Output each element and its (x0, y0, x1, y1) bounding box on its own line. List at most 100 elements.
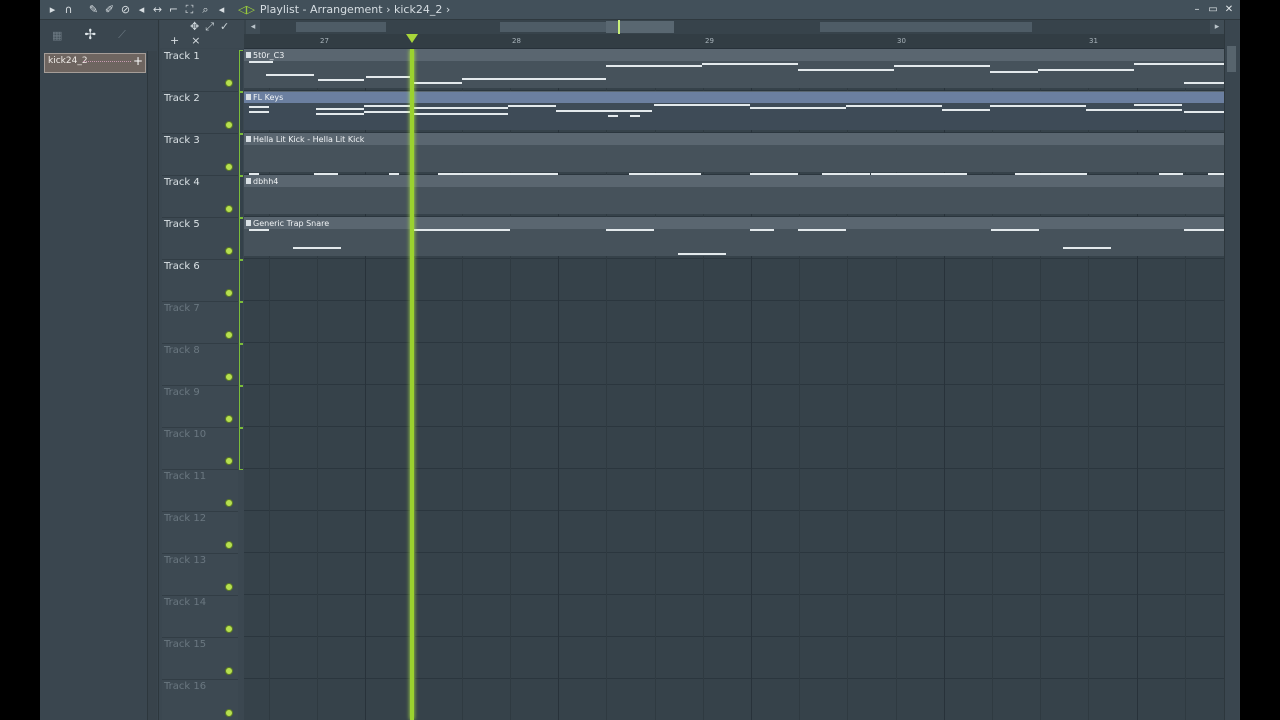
close-button[interactable]: ✕ (1224, 2, 1234, 17)
track-mute-icon[interactable] (225, 163, 233, 171)
playlist-grid[interactable]: 5t0r_C3 FL Keys Hella Lit Kick - Hella L… (244, 49, 1224, 720)
zoom-icon[interactable]: ⌕ (199, 3, 212, 16)
grid-line (244, 468, 1224, 469)
timeline-ruler[interactable]: 27 28 29 30 31 (244, 34, 1224, 49)
clip-item[interactable]: kick24_2 + (44, 53, 146, 73)
playlist-play-icon[interactable]: ◁▷ (238, 3, 255, 16)
track-mute-icon[interactable] (225, 457, 233, 465)
track-mute-icon[interactable] (225, 121, 233, 129)
track-mute-icon[interactable] (225, 709, 233, 717)
pattern-note (606, 229, 654, 231)
minimize-button[interactable]: – (1192, 2, 1202, 17)
track-mute-icon[interactable] (225, 331, 233, 339)
playhead-marker-icon[interactable] (406, 34, 418, 43)
track-mute-icon[interactable] (225, 415, 233, 423)
track-lock-slot[interactable] (239, 218, 243, 260)
track-mute-icon[interactable] (225, 205, 233, 213)
track-header[interactable]: Track 5 (162, 217, 238, 260)
scroll-thumb[interactable] (606, 21, 674, 33)
pattern-icon (246, 52, 251, 58)
remove-track-button[interactable]: × (191, 34, 200, 47)
track-mute-icon[interactable] (225, 667, 233, 675)
track-header[interactable]: Track 1 (162, 49, 238, 92)
check-icon[interactable]: ✓ (220, 20, 229, 34)
track-mute-icon[interactable] (225, 247, 233, 255)
scroll-right-icon[interactable]: ▸ (1210, 20, 1224, 34)
picker-scrollbar[interactable] (147, 51, 157, 720)
pattern-note (412, 107, 508, 109)
stretch-icon[interactable]: ⤢ (205, 20, 214, 34)
track-mute-icon[interactable] (225, 583, 233, 591)
select-icon[interactable]: ⛶ (183, 3, 196, 16)
pencil-icon[interactable]: ✎ (87, 3, 100, 16)
patterns-icon[interactable]: ▦ (52, 29, 62, 42)
track-header[interactable]: Track 13 (162, 553, 238, 596)
breadcrumb-end[interactable]: › (446, 3, 450, 16)
track-mute-icon[interactable] (225, 499, 233, 507)
track-lock-slot[interactable] (239, 344, 243, 386)
vertical-scrollbar[interactable] (1224, 20, 1239, 720)
track-header[interactable]: Track 15 (162, 637, 238, 680)
pattern-note (1184, 111, 1224, 113)
track-lock-slot[interactable] (239, 134, 243, 176)
title-bar[interactable]: ▸ ∩ ✎ ✐ ⊘ ◂ ↔ ⌐ ⛶ ⌕ ◂ ◁▷ Playlist - Arran… (40, 0, 1240, 20)
track-header[interactable]: Track 4 (162, 175, 238, 218)
pattern-clip[interactable]: Generic Trap Snare (244, 217, 1224, 256)
horizontal-scrollbar[interactable] (244, 20, 1224, 34)
track-header[interactable]: Track 8 (162, 343, 238, 386)
track-mute-icon[interactable] (225, 541, 233, 549)
magnet-icon[interactable]: ∩ (62, 3, 75, 16)
track-header[interactable]: Track 10 (162, 427, 238, 470)
pattern-note (702, 63, 798, 65)
track-lock-slot[interactable] (239, 302, 243, 344)
track-mute-icon[interactable] (225, 625, 233, 633)
add-track-button[interactable]: + (170, 34, 179, 47)
move-icon[interactable]: ✥ (190, 20, 199, 34)
clip-add-icon[interactable]: + (133, 54, 143, 68)
grid-line (244, 510, 1224, 511)
pattern-clip[interactable]: Hella Lit Kick - Hella Lit Kick (244, 133, 1224, 172)
restore-button[interactable]: ▭ (1208, 2, 1218, 17)
pattern-note (822, 173, 870, 175)
track-mute-icon[interactable] (225, 79, 233, 87)
track-label: Track 4 (164, 177, 200, 188)
slip-icon[interactable]: ↔ (151, 3, 164, 16)
track-lock-slot[interactable] (239, 260, 243, 302)
pattern-note (389, 173, 399, 175)
track-header[interactable]: Track 14 (162, 595, 238, 638)
track-lock-slot[interactable] (239, 50, 243, 92)
audio-clips-icon[interactable]: ✢ (84, 27, 96, 43)
slice-icon[interactable]: ⌐ (167, 3, 180, 16)
track-header[interactable]: Track 3 (162, 133, 238, 176)
delete-icon[interactable]: ⊘ (119, 3, 132, 16)
paint-icon[interactable]: ✐ (103, 3, 116, 16)
breadcrumb-item[interactable]: kick24_2 (394, 3, 442, 16)
playback-icon[interactable]: ◂ (215, 3, 228, 16)
scroll-left-icon[interactable]: ◂ (246, 20, 260, 34)
pattern-note (991, 229, 1039, 231)
playhead[interactable] (410, 49, 414, 720)
track-mute-icon[interactable] (225, 373, 233, 381)
track-mute-icon[interactable] (225, 289, 233, 297)
track-header[interactable]: Track 16 (162, 679, 238, 720)
track-lock-slot[interactable] (239, 428, 243, 470)
pattern-note (249, 229, 269, 231)
track-header[interactable]: Track 9 (162, 385, 238, 428)
automation-icon[interactable]: ⟋ (118, 28, 126, 42)
track-lock-slot[interactable] (239, 92, 243, 134)
menu-arrow-icon[interactable]: ▸ (46, 3, 59, 16)
pattern-note (1134, 104, 1182, 106)
mute-icon[interactable]: ◂ (135, 3, 148, 16)
track-header[interactable]: Track 12 (162, 511, 238, 554)
track-lock-slot[interactable] (239, 176, 243, 218)
track-header[interactable]: Track 11 (162, 469, 238, 512)
pattern-clip[interactable]: dbhh4 (244, 175, 1224, 214)
track-header[interactable]: Track 6 (162, 259, 238, 302)
track-header[interactable]: Track 7 (162, 301, 238, 344)
vertical-scroll-thumb[interactable] (1227, 46, 1236, 72)
track-lock-slot[interactable] (239, 386, 243, 428)
track-header[interactable]: Track 2 (162, 91, 238, 134)
playlist-window: ▸ ∩ ✎ ✐ ⊘ ◂ ↔ ⌐ ⛶ ⌕ ◂ ◁▷ Playlist - Arran… (40, 0, 1240, 720)
pattern-note (462, 78, 606, 80)
pattern-note (1208, 173, 1224, 175)
